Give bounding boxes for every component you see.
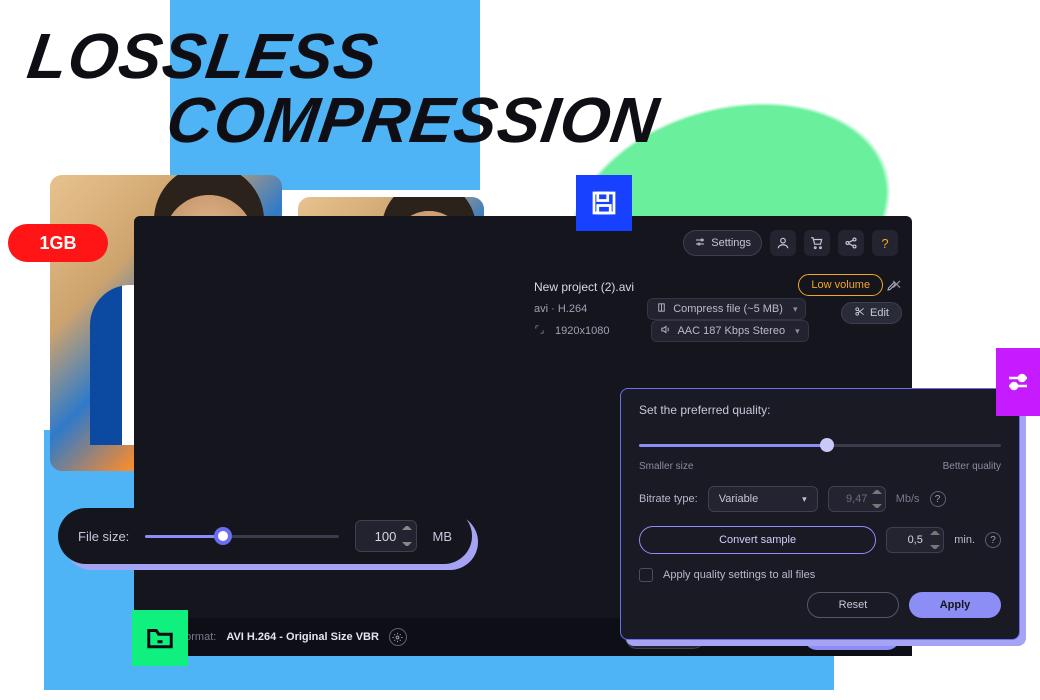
file-size-bar: File size: 100 MB xyxy=(58,508,472,564)
output-format-value: AVI H.264 - Original Size VBR xyxy=(226,631,379,643)
headline-line2: COMPRESSION xyxy=(163,88,663,152)
edit-label: Edit xyxy=(870,307,889,319)
low-volume-label: Low volume xyxy=(811,279,870,291)
share-icon[interactable] xyxy=(838,230,864,256)
size-badge-before: 1GB xyxy=(8,224,108,262)
folder-tile-icon xyxy=(132,610,188,666)
apply-all-checkbox[interactable] xyxy=(639,568,653,582)
bitrate-type-value: Variable xyxy=(719,493,759,505)
expand-icon xyxy=(534,324,545,338)
scissors-icon xyxy=(854,306,865,320)
reset-button[interactable]: Reset xyxy=(807,592,899,618)
gear-icon[interactable] xyxy=(389,628,407,646)
resolution: 1920x1080 xyxy=(555,325,609,337)
help-icon[interactable]: ? xyxy=(985,532,1001,548)
compress-dropdown[interactable]: Compress file (~5 MB) xyxy=(647,298,806,320)
edit-button[interactable]: Edit xyxy=(841,302,902,324)
quality-title: Set the preferred quality: xyxy=(639,403,1001,417)
sample-unit: min. xyxy=(954,534,975,546)
headline: LOSSLESS COMPRESSION xyxy=(15,24,672,152)
settings-button[interactable]: Settings xyxy=(683,230,762,256)
bitrate-type-select[interactable]: Variable ▾ xyxy=(708,486,818,512)
sliders-tile-icon xyxy=(996,348,1040,416)
audio-dropdown[interactable]: AAC 187 Kbps Stereo xyxy=(651,320,808,342)
help-icon[interactable]: ? xyxy=(930,491,946,507)
sliders-icon xyxy=(694,236,706,251)
help-icon[interactable]: ? xyxy=(872,230,898,256)
sample-min-value: 0,5 xyxy=(908,534,923,546)
settings-label: Settings xyxy=(711,237,751,249)
bitrate-value-input[interactable]: 9,47 xyxy=(828,486,886,512)
chevron-down-icon xyxy=(791,325,800,337)
slider-thumb[interactable] xyxy=(820,438,834,452)
apply-button[interactable]: Apply xyxy=(909,592,1001,618)
file-size-label: File size: xyxy=(78,529,129,544)
smaller-size-label: Smaller size xyxy=(639,461,693,472)
file-size-unit: MB xyxy=(433,529,453,544)
reset-label: Reset xyxy=(839,599,868,611)
convert-sample-label: Convert sample xyxy=(719,534,796,546)
bitrate-type-label: Bitrate type: xyxy=(639,493,698,505)
app-topbar: Settings ? xyxy=(683,230,898,256)
better-quality-label: Better quality xyxy=(943,461,1001,472)
apply-label: Apply xyxy=(940,599,971,611)
file-size-value: 100 xyxy=(375,529,397,544)
slider-thumb[interactable] xyxy=(214,527,232,545)
sample-duration-input[interactable]: 0,5 xyxy=(886,527,944,553)
close-icon[interactable]: ✕ xyxy=(891,277,902,293)
file-size-slider[interactable] xyxy=(145,526,338,546)
quality-slider[interactable] xyxy=(639,433,1001,457)
file-size-input[interactable]: 100 xyxy=(355,520,417,552)
low-volume-button[interactable]: Low volume xyxy=(798,274,883,296)
container-codec: avi · H.264 xyxy=(534,303,587,315)
compress-icon xyxy=(656,302,667,316)
speaker-icon xyxy=(660,324,671,338)
project-title: New project (2).avi xyxy=(534,280,634,294)
stepper-icon[interactable] xyxy=(930,531,940,549)
cart-icon[interactable] xyxy=(804,230,830,256)
project-info: New project (2).avi avi · H.264 Compress… xyxy=(534,276,898,342)
headline-line1: LOSSLESS xyxy=(24,24,672,88)
compress-label: Compress file (~5 MB) xyxy=(673,303,783,315)
stepper-icon[interactable] xyxy=(402,526,412,546)
audio-label: AAC 187 Kbps Stereo xyxy=(677,325,785,337)
bitrate-unit: Mb/s xyxy=(896,493,920,505)
bitrate-num: 9,47 xyxy=(846,493,867,505)
apply-all-label: Apply quality settings to all files xyxy=(663,569,815,581)
user-icon[interactable] xyxy=(770,230,796,256)
quality-panel: Set the preferred quality: Smaller size … xyxy=(620,388,1020,640)
chevron-down-icon xyxy=(789,303,798,315)
convert-sample-button[interactable]: Convert sample xyxy=(639,526,876,554)
save-tile-icon xyxy=(576,175,632,231)
stepper-icon[interactable] xyxy=(872,490,882,508)
